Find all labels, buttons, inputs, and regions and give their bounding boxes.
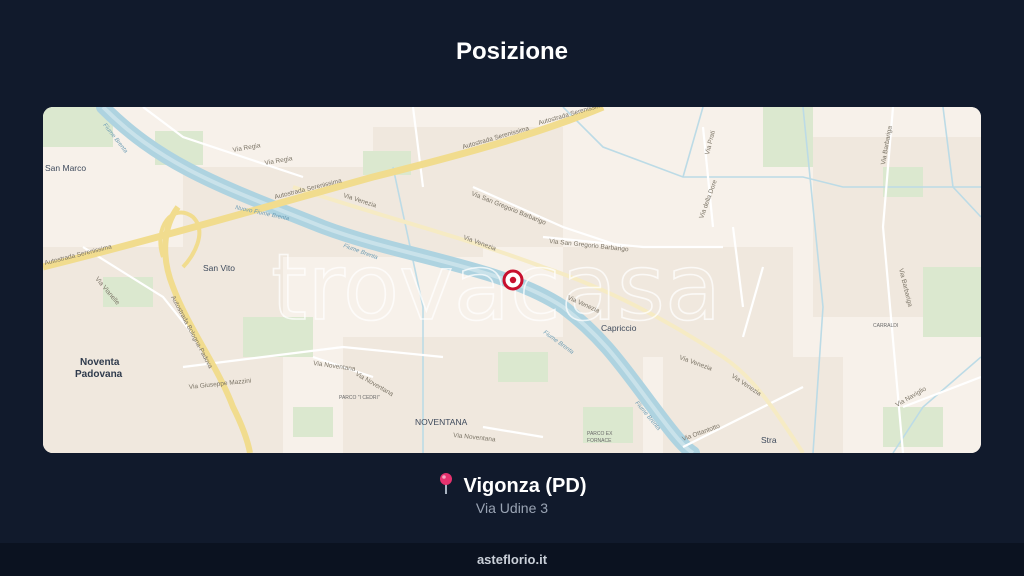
location-address: Via Udine 3 <box>475 500 549 516</box>
footer-site[interactable]: asteflorio.it <box>477 552 547 567</box>
location-map[interactable]: trovacasa San Marco San Vito Noventa Pad… <box>43 107 981 453</box>
label-parco-fornace-1: PARCO EX <box>587 431 613 437</box>
label-carraldi: CARRALDI <box>873 323 898 329</box>
label-san-marco: San Marco <box>45 163 86 173</box>
location-heading: Vigonza (PD) <box>0 472 1024 500</box>
label-stra: Stra <box>761 435 777 445</box>
page-title: Posizione <box>455 38 569 65</box>
footer: asteflorio.it <box>0 543 1024 576</box>
watermark: trovacasa <box>271 234 721 341</box>
location-marker[interactable] <box>502 269 524 291</box>
label-noventa: Noventa <box>80 357 120 368</box>
label-san-vito: San Vito <box>203 263 235 273</box>
label-parco-fornace-2: FORNACE <box>587 438 612 444</box>
map-pin-icon <box>438 472 454 500</box>
label-noventana: NOVENTANA <box>415 417 468 427</box>
location-city: Vigonza (PD) <box>463 475 587 497</box>
label-padovana: Padovana <box>75 369 123 380</box>
label-parco-cedri: PARCO "I CEDRI" <box>339 395 380 401</box>
label-capriccio: Capriccio <box>601 323 637 333</box>
